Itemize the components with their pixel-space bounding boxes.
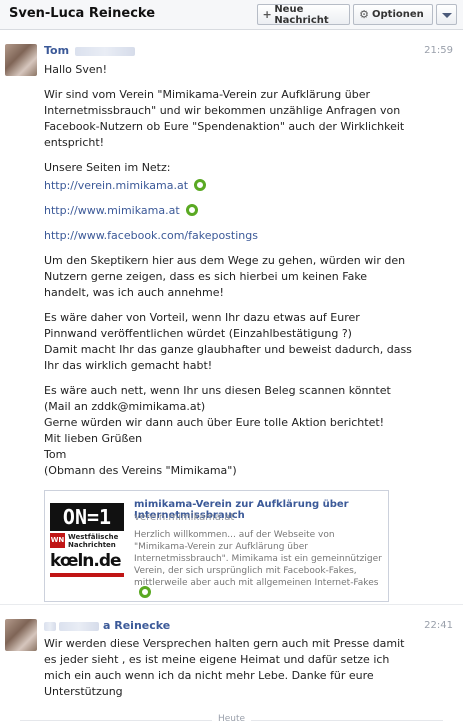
message-paragraph: Es wäre auch nett, wenn Ihr uns diesen B… bbox=[44, 384, 391, 477]
link-preview-thumbnail[interactable]: ON=1 WN Westfälische Nachrichten kœln.de bbox=[50, 503, 124, 577]
green-ring-icon bbox=[194, 179, 207, 191]
sender-name[interactable]: Tom bbox=[44, 44, 69, 57]
message-time: 21:59 bbox=[424, 45, 453, 56]
message-body: Wir werden diese Versprechen halten gern… bbox=[44, 636, 414, 709]
message-paragraph: Unsere Seiten im Netz: bbox=[44, 161, 171, 174]
message-sender[interactable]: Tom bbox=[44, 44, 136, 57]
new-message-button[interactable]: + Neue Nachricht bbox=[257, 3, 350, 26]
message-paragraph: Wir sind vom Verein "Mimikama-Verein zur… bbox=[44, 88, 405, 149]
link-preview-description: Herzlich willkommen... auf der Webseite … bbox=[134, 530, 382, 588]
link-mimikama[interactable]: http://www.mimikama.at bbox=[44, 204, 180, 217]
message-sender[interactable]: a Reinecke bbox=[44, 619, 170, 632]
options-dropdown-button[interactable] bbox=[436, 4, 457, 25]
link-verein[interactable]: http://verein.mimikama.at bbox=[44, 179, 188, 192]
options-button[interactable]: ⚙ Optionen bbox=[353, 4, 433, 25]
date-divider-label: Heute bbox=[211, 714, 252, 724]
message-paragraph: Wir werden diese Versprechen halten gern… bbox=[44, 637, 405, 698]
thumb-divider bbox=[50, 573, 124, 577]
options-label: Optionen bbox=[372, 9, 424, 20]
redacted-name bbox=[75, 46, 136, 56]
conversation-title: Sven-Luca Reinecke bbox=[9, 6, 156, 21]
avatar[interactable] bbox=[5, 44, 37, 76]
thumb-logo-wn-text: Westfälische Nachrichten bbox=[68, 533, 119, 549]
avatar[interactable] bbox=[5, 619, 37, 651]
conversation-header: Sven-Luca Reinecke + Neue Nachricht ⚙ Op… bbox=[0, 0, 463, 30]
redacted-name bbox=[44, 621, 56, 631]
gear-icon: ⚙ bbox=[359, 8, 369, 21]
message-body: Hallo Sven! Wir sind vom Verein "Mimikam… bbox=[44, 62, 414, 488]
new-message-label: Neue Nachricht bbox=[274, 3, 329, 26]
message-paragraph: Um den Skeptikern hier aus dem Wege zu g… bbox=[44, 254, 406, 299]
link-preview-domain: verein.mimikama.at bbox=[134, 512, 235, 523]
link-preview-card[interactable]: ON=1 WN Westfälische Nachrichten kœln.de… bbox=[44, 490, 389, 602]
date-divider: Heute bbox=[0, 714, 463, 724]
thumb-logo-one: ON=1 bbox=[50, 503, 124, 531]
thumb-logo-koeln: kœln.de bbox=[50, 551, 122, 571]
redacted-name bbox=[59, 621, 99, 631]
message-paragraph: Es wäre daher von Vorteil, wenn Ihr dazu… bbox=[44, 311, 412, 372]
link-facebook-fakepostings[interactable]: http://www.facebook.com/fakepostings bbox=[44, 229, 258, 242]
message-greeting: Hallo Sven! bbox=[44, 63, 107, 76]
message-time: 22:41 bbox=[424, 620, 453, 631]
plus-icon: + bbox=[262, 8, 272, 21]
message-divider bbox=[0, 604, 463, 605]
sender-name[interactable]: a Reinecke bbox=[103, 619, 170, 632]
green-ring-icon bbox=[185, 204, 198, 216]
green-ring-icon bbox=[139, 586, 151, 598]
